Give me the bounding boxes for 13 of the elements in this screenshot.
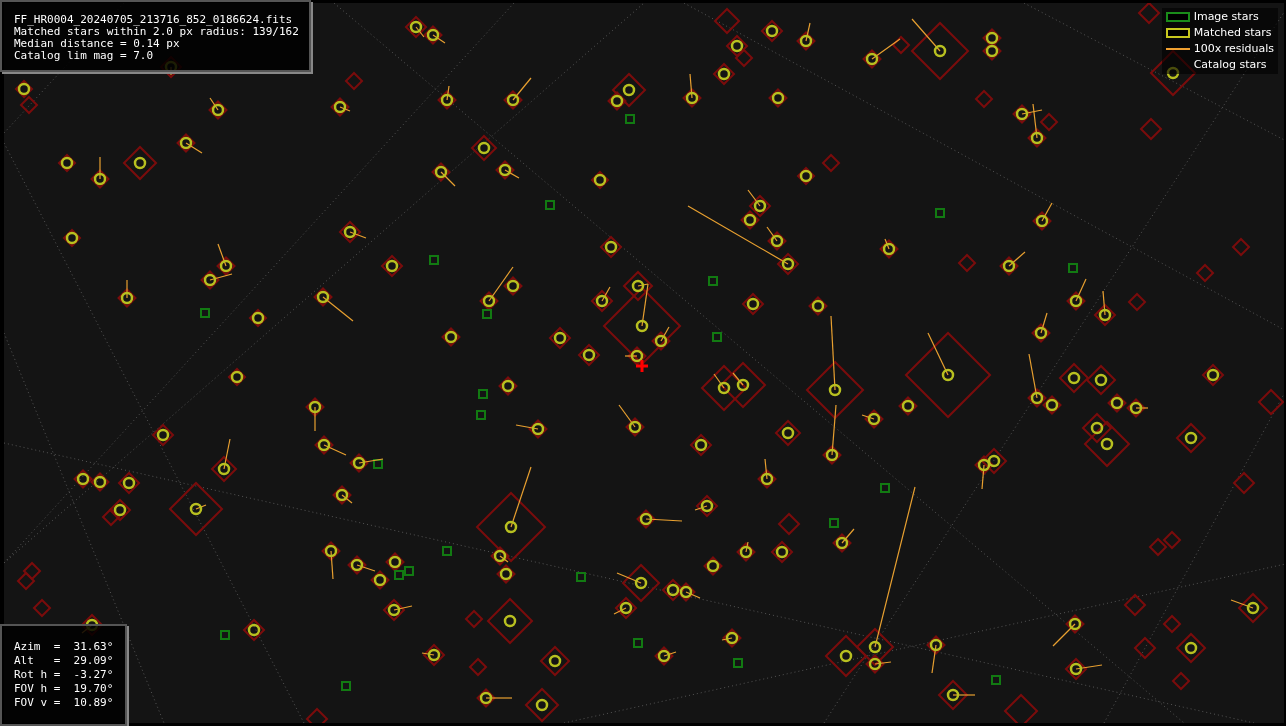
info-text: FF_HR0004_20240705_213716_852_0186624.fits bbox=[14, 14, 294, 26]
legend-label: 100x residuals bbox=[1193, 42, 1274, 56]
legend-label: Image stars bbox=[1193, 10, 1260, 24]
legend-label: Catalog stars bbox=[1193, 58, 1268, 72]
info-text: Median distance = 0.14 px bbox=[14, 38, 181, 50]
info-text: Matched stars within 2.0 px radius: 139/162 bbox=[14, 26, 299, 38]
info-text: Catalog lim mag = 7.0 bbox=[14, 50, 155, 62]
pointing-text: Azim = 31.63° bbox=[14, 640, 114, 654]
pointing-text: Rot h = -3.27° bbox=[14, 668, 114, 682]
pointing-text: FOV h = 19.70° bbox=[14, 682, 114, 696]
pointing-text: FOV v = 10.89° bbox=[14, 696, 114, 710]
pointing-text: Alt = 29.09° bbox=[14, 654, 114, 668]
legend-label: Matched stars bbox=[1193, 26, 1273, 40]
